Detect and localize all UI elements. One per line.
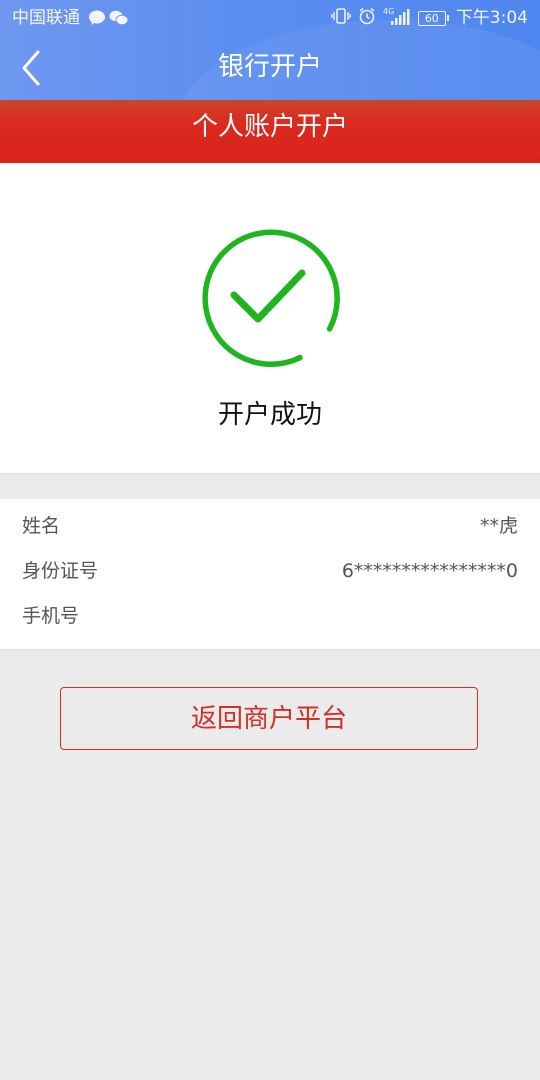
id-number-label: 身份证号 [22, 560, 99, 582]
return-to-merchant-button[interactable]: 返回商户平台 [60, 687, 478, 750]
info-row-id: 身份证号 6****************0 [22, 556, 518, 586]
top-bar: 中国联通 4G 60 下午3:04 银行开户 [0, 0, 540, 100]
alarm-icon [358, 7, 376, 30]
vibrate-icon [331, 7, 351, 30]
success-message: 开户成功 [217, 400, 322, 430]
carrier-name: 中国联通 [12, 8, 80, 28]
success-check-icon [202, 229, 340, 367]
account-type-banner: 个人账户开户 [0, 100, 540, 163]
name-label: 姓名 [22, 515, 61, 537]
id-number-value: 6****************0 [341, 560, 518, 582]
success-card: 开户成功 [0, 163, 540, 474]
network-type-label: 4G [383, 7, 394, 16]
info-row-phone: 手机号 [22, 601, 518, 631]
info-row-name: 姓名 **虎 [22, 511, 518, 541]
name-value: **虎 [479, 515, 518, 537]
banner-title: 个人账户开户 [191, 112, 348, 142]
status-bar: 中国联通 4G 60 下午3:04 [0, 0, 540, 36]
status-time: 下午3:04 [455, 8, 528, 28]
page-title: 银行开户 [217, 52, 322, 82]
wechat-icon [109, 10, 129, 31]
battery-level: 60 [417, 10, 446, 26]
account-info-card: 姓名 **虎 身份证号 6****************0 手机号 [0, 499, 540, 650]
message-icon [88, 10, 106, 31]
status-icons: 4G 60 下午3:04 [331, 6, 528, 31]
battery-icon: 60 [417, 10, 449, 26]
nav-bar: 银行开户 [0, 36, 540, 100]
signal-icon: 4G [383, 6, 411, 31]
phone-label: 手机号 [22, 605, 80, 627]
